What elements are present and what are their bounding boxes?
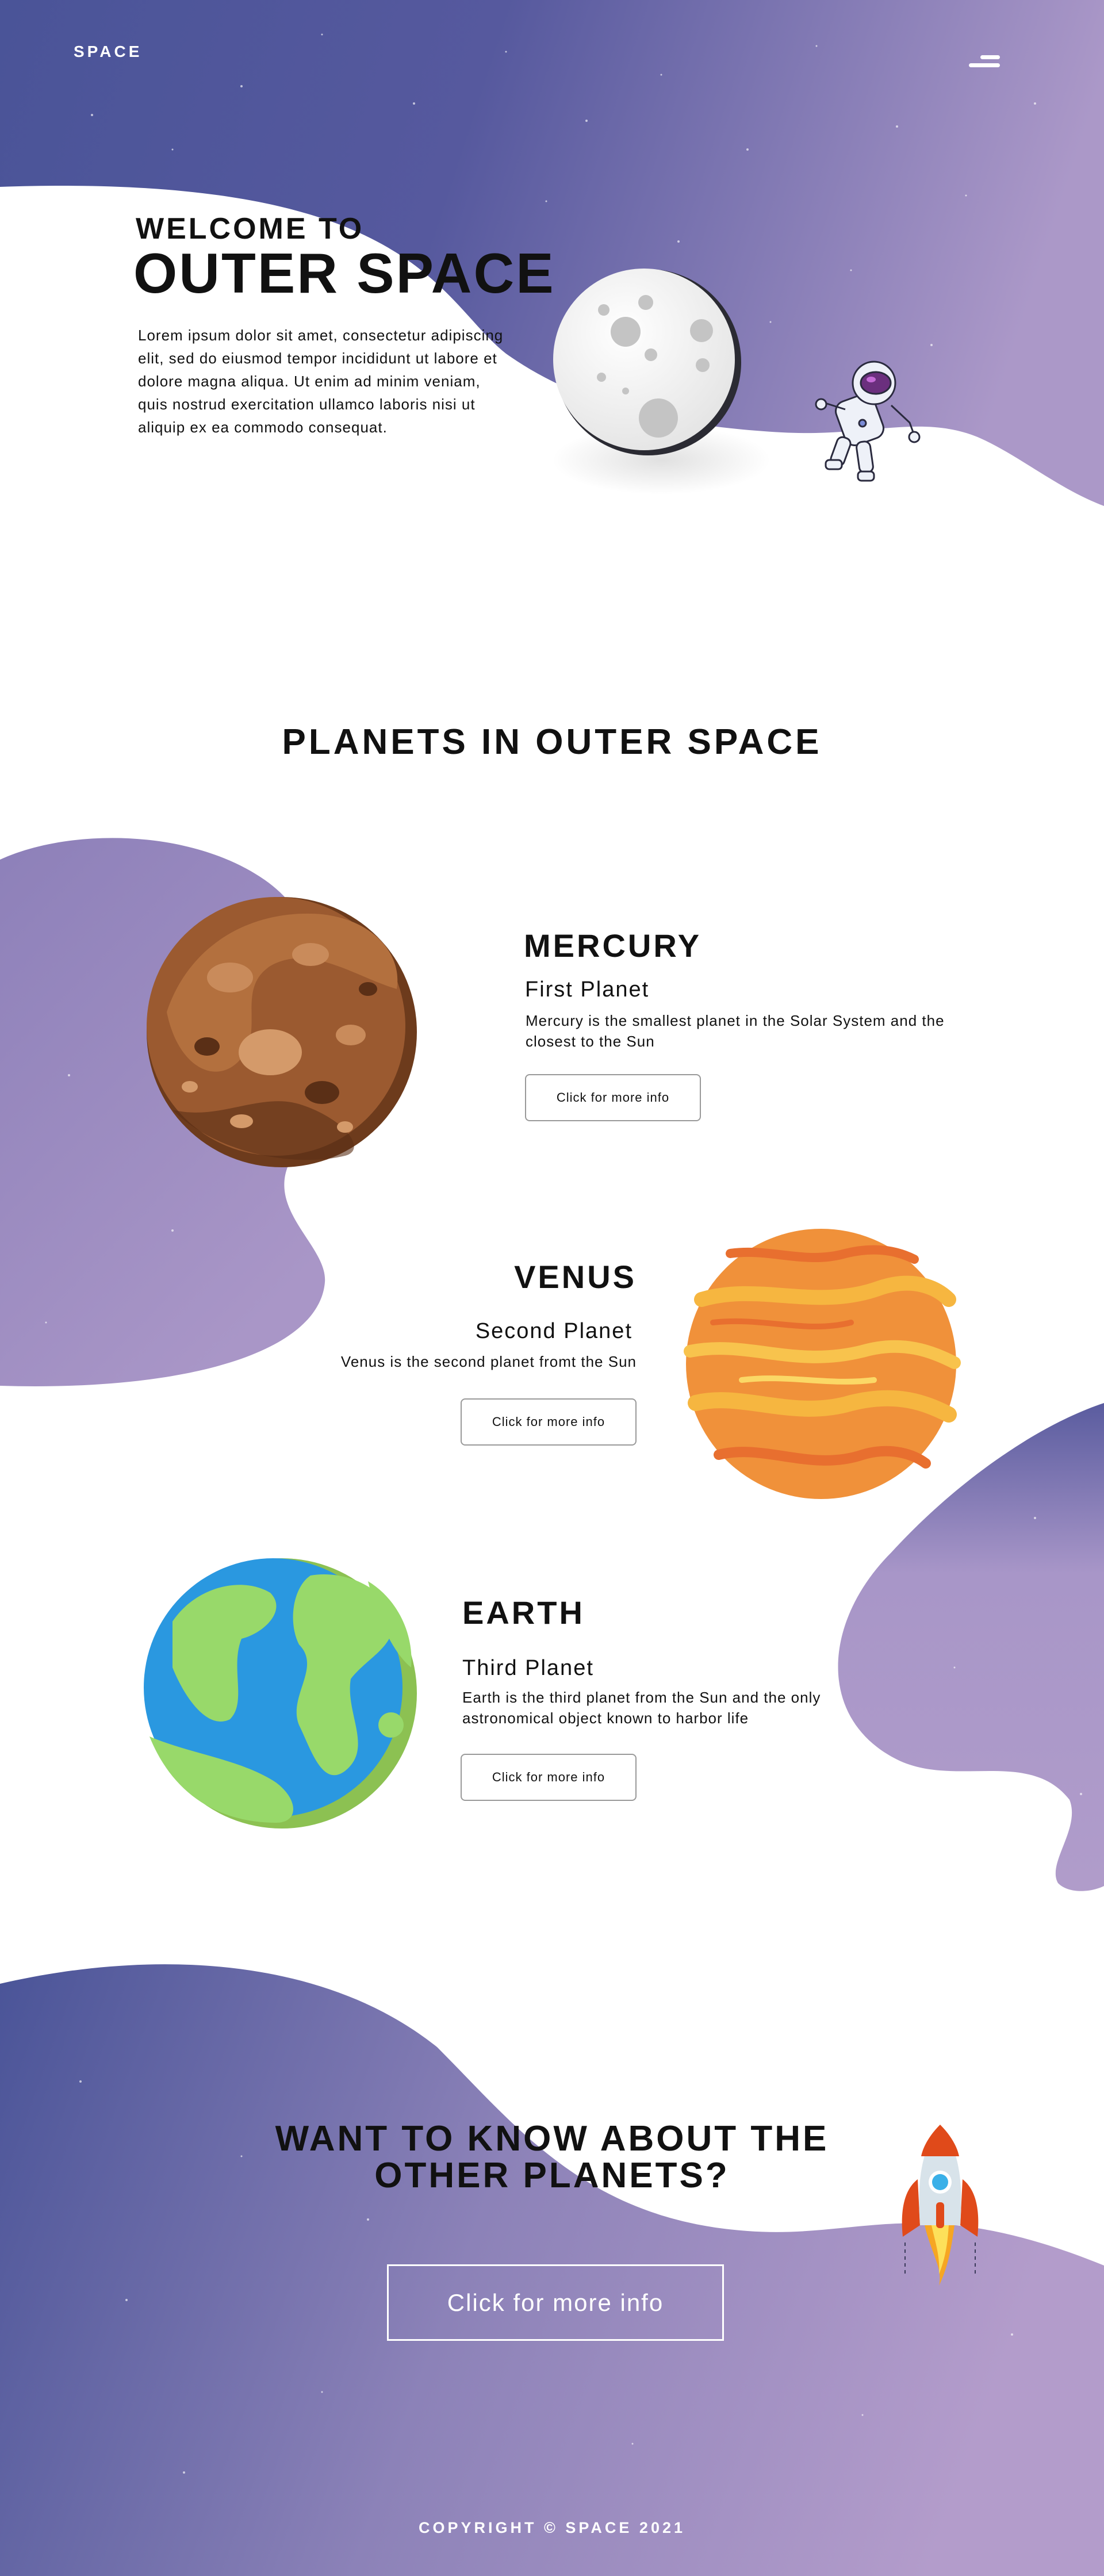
site-logo[interactable]: SPACE [74, 43, 142, 61]
menu-icon[interactable] [967, 53, 1000, 72]
hero-subtitle: WELCOME TO [136, 212, 365, 246]
venus-info-button[interactable]: Click for more info [461, 1398, 637, 1446]
planet-description-venus: Venus is the second planet fromt the Sun [340, 1353, 637, 1370]
cta-title-line2: OTHER PLANETS? [374, 2156, 730, 2195]
earth-info-button[interactable]: Click for more info [461, 1754, 637, 1801]
planet-order-mercury: First Planet [525, 977, 650, 1002]
venus-planet [684, 1229, 961, 1499]
planet-name-venus: VENUS [514, 1259, 637, 1295]
planet-order-venus: Second Planet [475, 1319, 632, 1343]
planet-order-earth: Third Planet [462, 1656, 594, 1680]
moon-icon [553, 269, 741, 455]
mercury-info-button[interactable]: Click for more info [525, 1074, 701, 1121]
planet-name-earth: EARTH [462, 1594, 585, 1631]
earth-planet [144, 1558, 417, 1828]
copyright-text: COPYRIGHT © SPACE 2021 [419, 2519, 685, 2536]
mercury-planet [147, 897, 417, 1167]
cta-info-button[interactable]: Click for more info [387, 2264, 724, 2341]
hero-title: OUTER SPACE [133, 241, 555, 305]
section-title: PLANETS IN OUTER SPACE [282, 722, 822, 762]
hero-text: Lorem ipsum dolor sit amet, consectetur … [138, 327, 504, 436]
cta-title: WANT TO KNOW ABOUT THE OTHER PLANETS? [0, 2121, 1104, 2194]
planet-name-mercury: MERCURY [524, 927, 702, 964]
cta-title-line1: WANT TO KNOW ABOUT THE [275, 2119, 829, 2159]
planet-description-earth: Earth is the third planet from the Sun a… [462, 1689, 821, 1727]
planet-description-mercury: Mercury is the smallest planet in the So… [526, 1012, 945, 1050]
